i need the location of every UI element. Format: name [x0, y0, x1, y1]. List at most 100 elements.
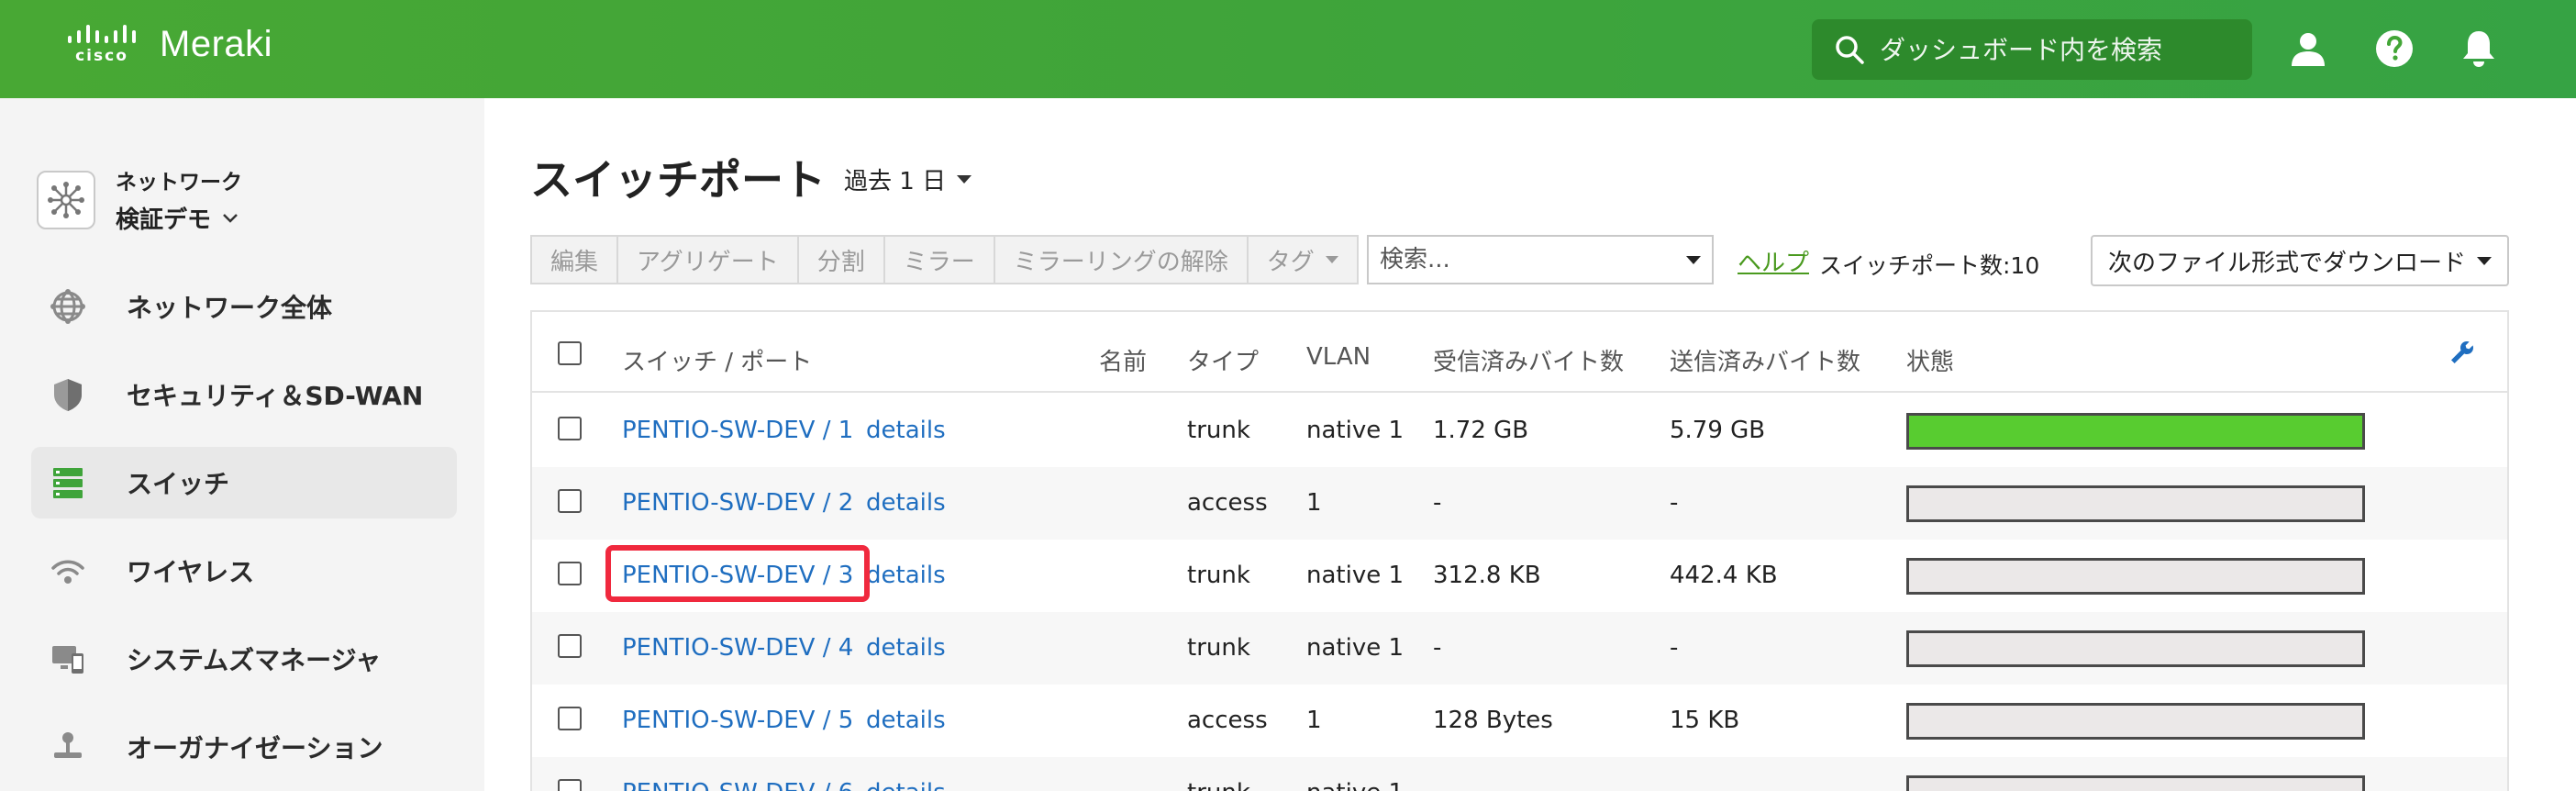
bytes-sent: - [1670, 634, 1679, 662]
tag-label: タグ [1266, 248, 1315, 276]
port-link[interactable]: PENTIO-SW-DEV / 4 [622, 634, 853, 662]
details-link[interactable]: details [866, 779, 946, 791]
sidebar-item-security[interactable]: セキュリティ＆SD-WAN [31, 359, 457, 430]
caret-down-icon [1325, 256, 1338, 263]
edit-button[interactable]: 編集 [532, 237, 619, 283]
notifications-button[interactable] [2458, 28, 2500, 70]
sidebar-item-systems-manager[interactable]: システムズマネージャ [31, 623, 457, 695]
port-vlan: native 1 [1306, 417, 1405, 444]
port-link[interactable]: PENTIO-SW-DEV / 2 [622, 489, 853, 517]
details-link[interactable]: details [866, 562, 946, 589]
port-vlan: native 1 [1306, 562, 1405, 589]
status-bar[interactable] [1906, 703, 2365, 740]
port-vlan: 1 [1306, 707, 1322, 734]
sidebar-item-organization[interactable]: オーガナイゼーション [31, 711, 457, 783]
sidebar-item-network-wide[interactable]: ネットワーク全体 [31, 271, 457, 342]
caret-down-icon[interactable] [1686, 255, 1701, 264]
download-button[interactable]: 次のファイル形式でダウンロード [2091, 235, 2509, 286]
row-checkbox[interactable] [558, 634, 582, 658]
port-type: access [1187, 707, 1268, 734]
help-link[interactable]: ヘルプ [1738, 244, 1809, 278]
mirror-button[interactable]: ミラー [885, 237, 995, 283]
status-bar[interactable] [1906, 413, 2365, 450]
port-type: trunk [1187, 562, 1250, 589]
port-link[interactable]: PENTIO-SW-DEV / 6 [622, 779, 853, 791]
row-checkbox[interactable] [558, 562, 582, 585]
dashboard-search-input[interactable] [1880, 34, 2228, 65]
row-checkbox[interactable] [558, 707, 582, 730]
column-status[interactable]: 状態 [1906, 343, 1954, 377]
details-link[interactable]: details [866, 417, 946, 444]
split-button[interactable]: 分割 [799, 237, 885, 283]
bytes-sent: - [1670, 779, 1678, 791]
meraki-logo[interactable]: cisco Meraki [66, 24, 272, 65]
page-title: スイッチポート [530, 155, 826, 205]
tag-dropdown[interactable]: タグ [1249, 237, 1357, 283]
bytes-sent: 442.4 KB [1670, 562, 1778, 589]
column-vlan[interactable]: VLAN [1306, 343, 1371, 371]
sidebar-item-wireless[interactable]: ワイヤレス [31, 535, 457, 607]
search-icon [1836, 36, 1864, 64]
column-type[interactable]: タイプ [1187, 343, 1259, 377]
timespan-label: 過去 1 日 [844, 168, 947, 195]
table-row: PENTIO-SW-DEV / 4 details trunk native 1-- [532, 612, 2507, 685]
sidebar-item-label: オーガナイゼーション [127, 733, 383, 763]
sidebar-item-label: スイッチ [127, 469, 230, 499]
column-switch-port[interactable]: スイッチ / ポート [622, 343, 812, 377]
sidebar-item-label: システムズマネージャ [127, 645, 382, 675]
network-name-text: 検証デモ [116, 206, 212, 234]
status-bar[interactable] [1906, 485, 2365, 522]
row-checkbox[interactable] [558, 779, 582, 791]
wifi-icon [50, 552, 86, 589]
select-all-checkbox[interactable] [558, 341, 582, 365]
status-bar[interactable] [1906, 558, 2365, 595]
details-link[interactable]: details [866, 707, 946, 734]
download-label: 次のファイル形式でダウンロード [2107, 249, 2466, 277]
port-vlan: native 1 [1306, 634, 1405, 662]
top-bar: cisco Meraki [0, 0, 2576, 98]
wrench-icon[interactable] [2449, 340, 2475, 365]
port-vlan: native 1 [1306, 779, 1404, 791]
bell-icon [2463, 31, 2494, 67]
row-checkbox[interactable] [558, 489, 582, 513]
user-button[interactable] [2287, 28, 2329, 70]
table-row: PENTIO-SW-DEV / 1 details trunk native 1 1.7… [532, 395, 2507, 467]
network-icon [37, 170, 95, 229]
help-button[interactable] [2373, 28, 2415, 70]
status-bar[interactable] [1906, 775, 2365, 791]
timespan-dropdown[interactable]: 過去 1 日 [844, 162, 972, 196]
row-checkbox[interactable] [558, 417, 582, 440]
bytes-sent: 15 KB [1670, 707, 1740, 734]
network-name[interactable]: 検証デモ [116, 201, 242, 235]
sidebar-item-switch[interactable]: スイッチ [31, 447, 457, 518]
column-sent[interactable]: 送信済みバイト数 [1670, 343, 1860, 377]
aggregate-button[interactable]: アグリゲート [618, 237, 799, 283]
bytes-received: 128 Bytes [1433, 707, 1553, 734]
port-search-input[interactable] [1380, 246, 1673, 273]
status-bar[interactable] [1906, 630, 2365, 667]
sidebar: ネットワーク 検証デモ ネットワーク全体 セキュリティ＆SD-WAN スイッチ … [0, 98, 484, 791]
bytes-received: 1.72 GB [1433, 417, 1529, 444]
details-link[interactable]: details [866, 634, 946, 662]
cisco-logo: cisco [66, 24, 138, 65]
port-type: trunk [1187, 779, 1250, 791]
port-link[interactable]: PENTIO-SW-DEV / 5 [622, 707, 853, 734]
column-received[interactable]: 受信済みバイト数 [1433, 343, 1624, 377]
cisco-wordmark: cisco [75, 46, 128, 65]
cisco-bars-icon [68, 24, 136, 43]
details-link[interactable]: details [866, 489, 946, 517]
port-type: access [1187, 489, 1268, 517]
switchport-table: スイッチ / ポート 名前 タイプ VLAN 受信済みバイト数 送信済みバイト数… [530, 310, 2509, 791]
port-link[interactable]: PENTIO-SW-DEV / 1 [622, 417, 853, 444]
port-search[interactable] [1367, 235, 1714, 284]
unmirror-button[interactable]: ミラーリングの解除 [995, 237, 1249, 283]
dashboard-search[interactable] [1812, 19, 2252, 80]
bytes-sent: 5.79 GB [1670, 417, 1766, 444]
port-type: trunk [1187, 634, 1250, 662]
column-name[interactable]: 名前 [1099, 343, 1147, 377]
bytes-received: - [1433, 779, 1441, 791]
globe-icon [50, 288, 86, 325]
network-selector[interactable]: ネットワーク 検証デモ [37, 164, 242, 235]
sidebar-item-label: セキュリティ＆SD-WAN [127, 381, 424, 411]
port-type: trunk [1187, 417, 1250, 444]
